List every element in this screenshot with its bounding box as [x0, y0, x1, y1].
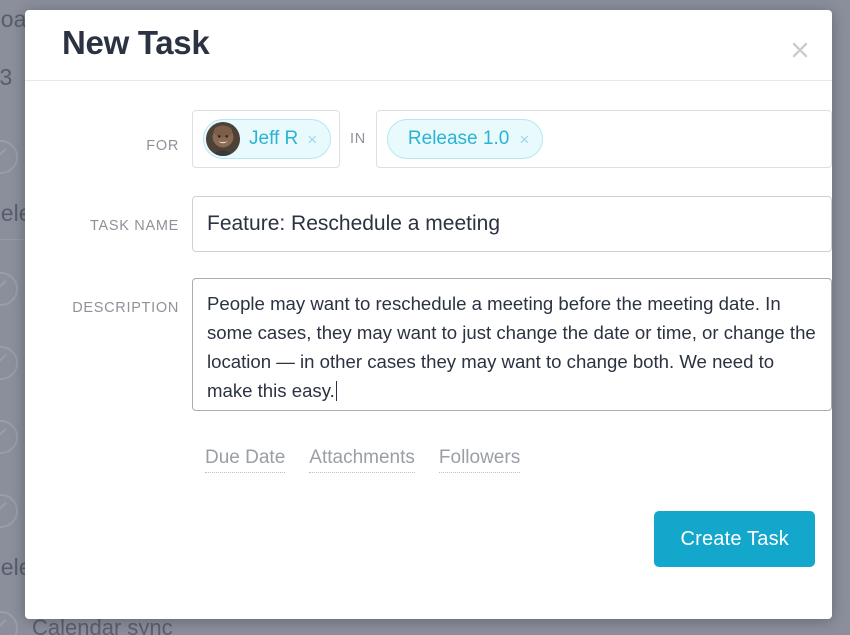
check-circle-icon	[0, 272, 18, 306]
dialog-footer: Create Task	[25, 511, 832, 567]
check-circle-icon	[0, 346, 18, 380]
task-name-row: TASK NAME	[25, 196, 832, 252]
project-name: Release 1.0	[407, 128, 510, 149]
project-chip[interactable]: Release 1.0 ×	[386, 119, 544, 159]
remove-project-icon[interactable]: ×	[519, 131, 542, 148]
avatar	[206, 122, 240, 156]
text-caret	[335, 381, 338, 401]
dialog-header: New Task	[25, 10, 832, 81]
description-row: DESCRIPTION People may want to reschedul…	[25, 278, 832, 411]
check-circle-icon	[0, 494, 18, 528]
assignee-field[interactable]: Jeff R ×	[192, 110, 340, 168]
description-text: People may want to reschedule a meeting …	[207, 293, 821, 401]
project-field[interactable]: Release 1.0 ×	[375, 110, 832, 168]
extras-row: Due Date Attachments Followers	[25, 447, 832, 473]
create-task-button[interactable]: Create Task	[654, 511, 815, 567]
due-date-link[interactable]: Due Date	[205, 447, 286, 473]
followers-link[interactable]: Followers	[438, 447, 521, 473]
task-name-input[interactable]	[192, 196, 832, 252]
close-icon[interactable]	[786, 36, 814, 64]
for-row: FOR Jeff R × IN Release 1.0 ×	[25, 110, 832, 168]
new-task-dialog: New Task FOR Jeff R × IN Release 1.0 × T…	[25, 10, 832, 619]
in-label: IN	[350, 131, 366, 147]
dialog-body: FOR Jeff R × IN Release 1.0 × TASK NAME …	[25, 110, 832, 567]
remove-assignee-icon[interactable]: ×	[307, 131, 330, 148]
for-label: FOR	[146, 138, 179, 154]
task-name-label: TASK NAME	[89, 218, 179, 234]
check-circle-icon	[0, 420, 18, 454]
check-circle-icon	[0, 140, 18, 174]
attachments-link[interactable]: Attachments	[309, 447, 415, 473]
page-title: New Task	[62, 24, 210, 61]
description-input[interactable]: People may want to reschedule a meeting …	[192, 278, 832, 411]
description-label: DESCRIPTION	[72, 300, 179, 316]
assignee-chip[interactable]: Jeff R ×	[203, 119, 332, 159]
check-circle-icon	[0, 611, 18, 635]
assignee-name: Jeff R	[249, 128, 299, 149]
